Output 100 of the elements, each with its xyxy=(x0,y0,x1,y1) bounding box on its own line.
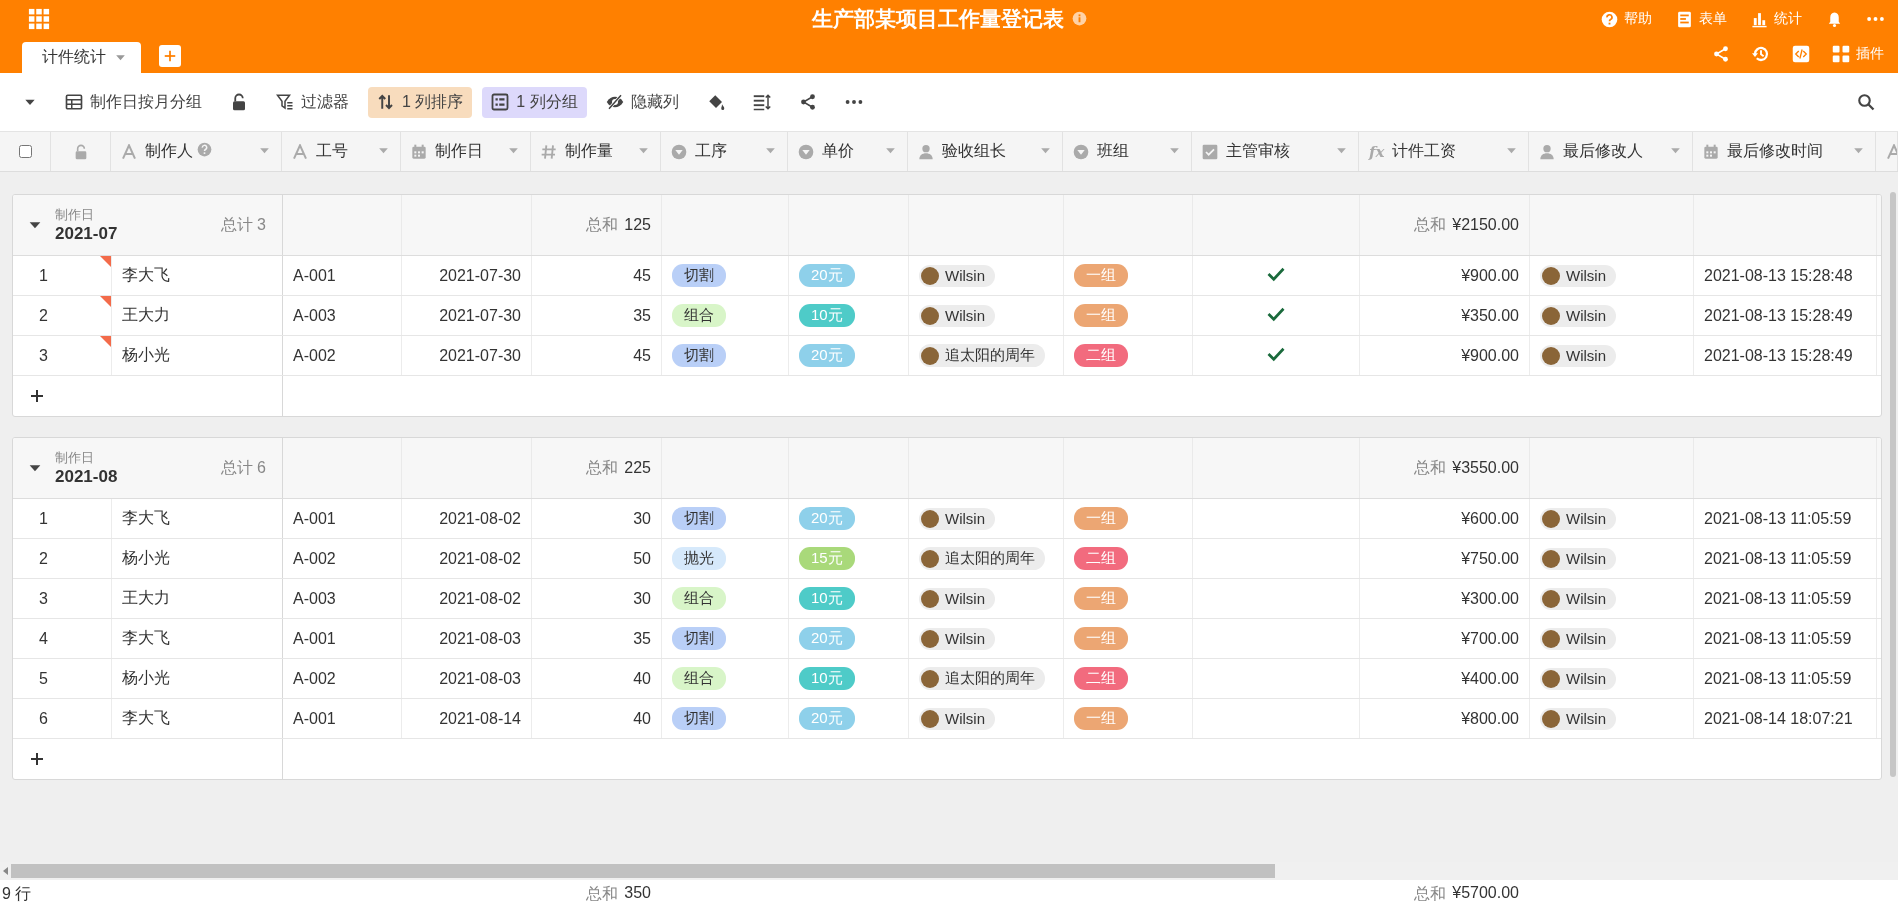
process-tag: 切割 xyxy=(672,344,726,367)
add-row-button[interactable] xyxy=(29,751,45,767)
row-number: 2 xyxy=(13,539,112,578)
column-header[interactable]: 制作量 xyxy=(531,132,661,171)
sum-label: 总和 xyxy=(586,883,619,904)
embed-button[interactable] xyxy=(1792,45,1810,63)
dropdown-icon xyxy=(671,143,687,160)
wage-sum: ¥2150.00 xyxy=(1452,216,1519,234)
process-tag: 切割 xyxy=(672,707,726,730)
table-cell: 45 xyxy=(532,256,662,295)
calendar-icon xyxy=(411,143,427,160)
table-cell: 2021-08-13 11:05:59 xyxy=(1694,659,1877,698)
comment-marker xyxy=(100,296,111,307)
column-header[interactable]: 工号 xyxy=(282,132,401,171)
calendar-icon xyxy=(1703,143,1719,160)
user-chip: Wilsin xyxy=(919,264,995,287)
avatar xyxy=(1542,589,1560,608)
avatar xyxy=(1542,629,1560,648)
column-header[interactable]: 主管审核 xyxy=(1192,132,1359,171)
quantity-total: 350 xyxy=(624,883,651,903)
table-cell: 2021-08-13 11:05:59 xyxy=(1694,499,1877,538)
table-cell: 40 xyxy=(532,659,662,698)
avatar xyxy=(1542,346,1560,365)
user-chip: Wilsin xyxy=(919,507,995,530)
help-icon xyxy=(1601,10,1618,28)
column-header[interactable]: 单价 xyxy=(788,132,908,171)
search-icon xyxy=(1857,93,1875,111)
table-cell: A-001 xyxy=(283,699,402,738)
team-tag: 二组 xyxy=(1074,344,1128,367)
filter-button[interactable]: 过滤器 xyxy=(267,86,358,118)
price-tag: 20元 xyxy=(799,627,855,650)
column-header[interactable]: 制作人 xyxy=(111,132,282,171)
user-chip: Wilsin xyxy=(1540,507,1616,530)
text-type-icon xyxy=(292,143,308,160)
filter-icon xyxy=(276,93,294,111)
table-cell: 40 xyxy=(532,699,662,738)
user-chip: 追太阳的周年 xyxy=(919,344,1045,367)
process-tag: 切割 xyxy=(672,627,726,650)
vertical-scrollbar[interactable] xyxy=(1890,192,1896,777)
table-cell: A-002 xyxy=(283,539,402,578)
user-chip: Wilsin xyxy=(919,707,995,730)
column-header[interactable]: 验收组长 xyxy=(908,132,1063,171)
team-tag: 一组 xyxy=(1074,264,1128,287)
price-tag: 20元 xyxy=(799,264,855,287)
table-cell: 李大飞 xyxy=(112,499,283,538)
hide-columns-button[interactable]: 隐藏列 xyxy=(596,86,688,118)
person-icon xyxy=(918,143,934,160)
more-icon xyxy=(1867,17,1884,21)
column-header[interactable]: 最后修改时间 xyxy=(1693,132,1876,171)
table-cell: 2021-08-13 15:28:48 xyxy=(1694,256,1877,295)
price-tag: 10元 xyxy=(799,667,855,690)
table-cell: ¥600.00 xyxy=(1360,499,1530,538)
share-icon xyxy=(798,93,817,111)
sum-label: 总和 xyxy=(586,457,619,478)
column-header[interactable]: 最后修改人 xyxy=(1529,132,1693,171)
process-tag: 抛光 xyxy=(672,547,726,570)
add-row-button[interactable] xyxy=(29,388,45,404)
select-all-checkbox[interactable] xyxy=(18,145,32,158)
table-cell: 2021-08-14 xyxy=(402,699,532,738)
row-height-icon xyxy=(752,93,771,111)
user-chip: 追太阳的周年 xyxy=(919,667,1045,690)
form-icon xyxy=(1676,10,1693,28)
table-cell: ¥750.00 xyxy=(1360,539,1530,578)
process-tag: 切割 xyxy=(672,264,726,287)
table-icon xyxy=(65,93,83,111)
team-tag: 一组 xyxy=(1074,304,1128,327)
avatar xyxy=(921,589,939,608)
table-cell: 45 xyxy=(532,336,662,375)
table-cell: 30 xyxy=(532,499,662,538)
group-field-label: 制作日 xyxy=(55,449,95,467)
group-icon xyxy=(491,93,510,111)
column-header[interactable]: 工序 xyxy=(661,132,788,171)
horizontal-scrollbar[interactable] xyxy=(11,864,1275,878)
user-chip: Wilsin xyxy=(919,627,995,650)
table-cell: 50 xyxy=(532,539,662,578)
eye-slash-icon xyxy=(605,93,624,111)
formula-icon: fx xyxy=(1369,142,1385,161)
column-header[interactable]: fx 计件工资 xyxy=(1359,132,1529,171)
table-cell: ¥700.00 xyxy=(1360,619,1530,658)
dropdown-icon xyxy=(798,143,814,160)
app-title: 生产部某项目工作量登记表 xyxy=(811,6,1064,32)
column-header[interactable]: 制作日 xyxy=(401,132,531,171)
table-cell: 2021-08-02 xyxy=(402,539,532,578)
sort-button[interactable]: 1 列排序 xyxy=(368,86,473,118)
history-button[interactable] xyxy=(1752,45,1770,63)
process-tag: 组合 xyxy=(672,304,726,327)
view-tab[interactable]: 计件统计 xyxy=(22,42,141,73)
price-tag: 10元 xyxy=(799,587,855,610)
price-tag: 20元 xyxy=(799,344,855,367)
add-view-button[interactable] xyxy=(159,44,181,67)
table-cell: 2021-08-13 15:28:49 xyxy=(1694,296,1877,335)
user-chip: Wilsin xyxy=(919,304,995,327)
user-chip: Wilsin xyxy=(1540,264,1616,287)
row-number: 6 xyxy=(13,699,112,738)
plugin-grid-icon xyxy=(1832,45,1850,63)
column-header[interactable]: 班组 xyxy=(1063,132,1192,171)
group-button[interactable]: 1 列分组 xyxy=(482,86,587,118)
view-menu-button[interactable]: 制作日按月分组 xyxy=(56,86,211,118)
notifications-button[interactable] xyxy=(1826,10,1843,28)
user-chip: Wilsin xyxy=(1540,344,1616,367)
